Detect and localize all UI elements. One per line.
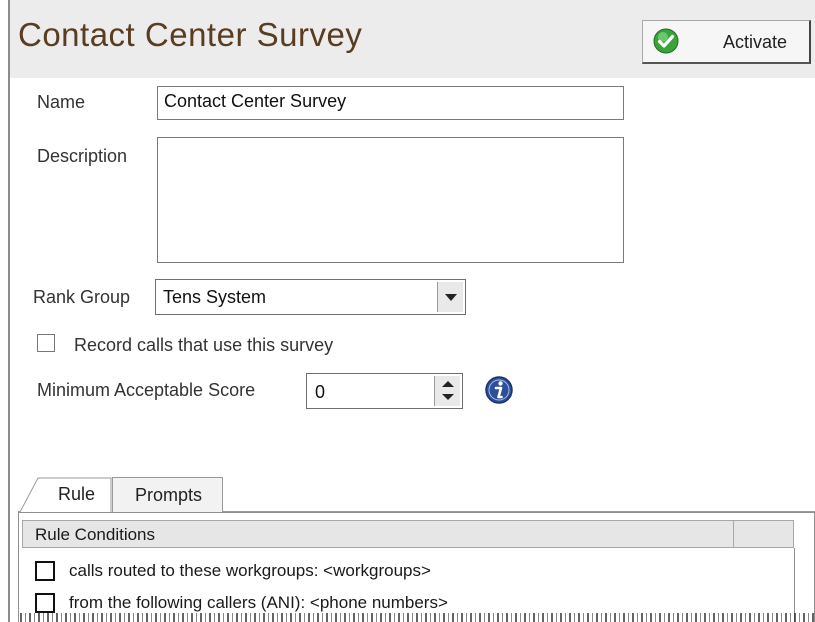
arrow-up-icon[interactable] — [442, 381, 454, 387]
name-field[interactable]: Contact Center Survey — [157, 86, 624, 120]
tab-rule[interactable]: Rule — [20, 477, 112, 513]
stepper-arrows[interactable] — [434, 376, 460, 406]
min-score-label: Minimum Acceptable Score — [37, 380, 256, 400]
arrow-down-icon[interactable] — [442, 394, 454, 400]
min-score-value: 0 — [315, 382, 326, 402]
rank-group-label: Rank Group — [33, 287, 131, 307]
description-field[interactable] — [157, 137, 624, 263]
grid-right-border — [794, 548, 795, 622]
condition-checkbox[interactable] — [35, 561, 55, 581]
rule-conditions-title: Rule Conditions — [35, 525, 156, 544]
tab-prompts[interactable]: Prompts — [112, 477, 223, 512]
rank-group-select[interactable]: Tens System — [155, 279, 466, 315]
record-calls-label: Record calls that use this survey — [74, 335, 334, 355]
tab-rule-label: Rule — [58, 484, 96, 504]
green-check-icon — [653, 28, 679, 54]
info-icon[interactable] — [484, 375, 514, 405]
condition-label: from the following callers (ANI): <phone… — [69, 593, 448, 612]
description-label: Description — [37, 146, 128, 166]
condition-checkbox[interactable] — [35, 593, 55, 613]
record-calls-checkbox[interactable] — [37, 334, 55, 352]
min-score-stepper[interactable]: 0 — [306, 373, 463, 409]
rank-group-value: Tens System — [163, 287, 267, 307]
cut-off-row — [20, 613, 815, 622]
rule-conditions-column[interactable]: Rule Conditions — [23, 521, 734, 547]
name-label: Name — [37, 92, 86, 112]
activate-button[interactable]: Activate — [642, 20, 811, 64]
activate-label: Activate — [723, 32, 788, 52]
rule-conditions-header: Rule Conditions — [22, 520, 794, 548]
chevron-down-icon[interactable] — [437, 282, 463, 312]
condition-label: calls routed to these workgroups: <workg… — [69, 561, 431, 580]
page-title: Contact Center Survey — [18, 16, 363, 53]
tab-prompts-label: Prompts — [135, 485, 203, 505]
